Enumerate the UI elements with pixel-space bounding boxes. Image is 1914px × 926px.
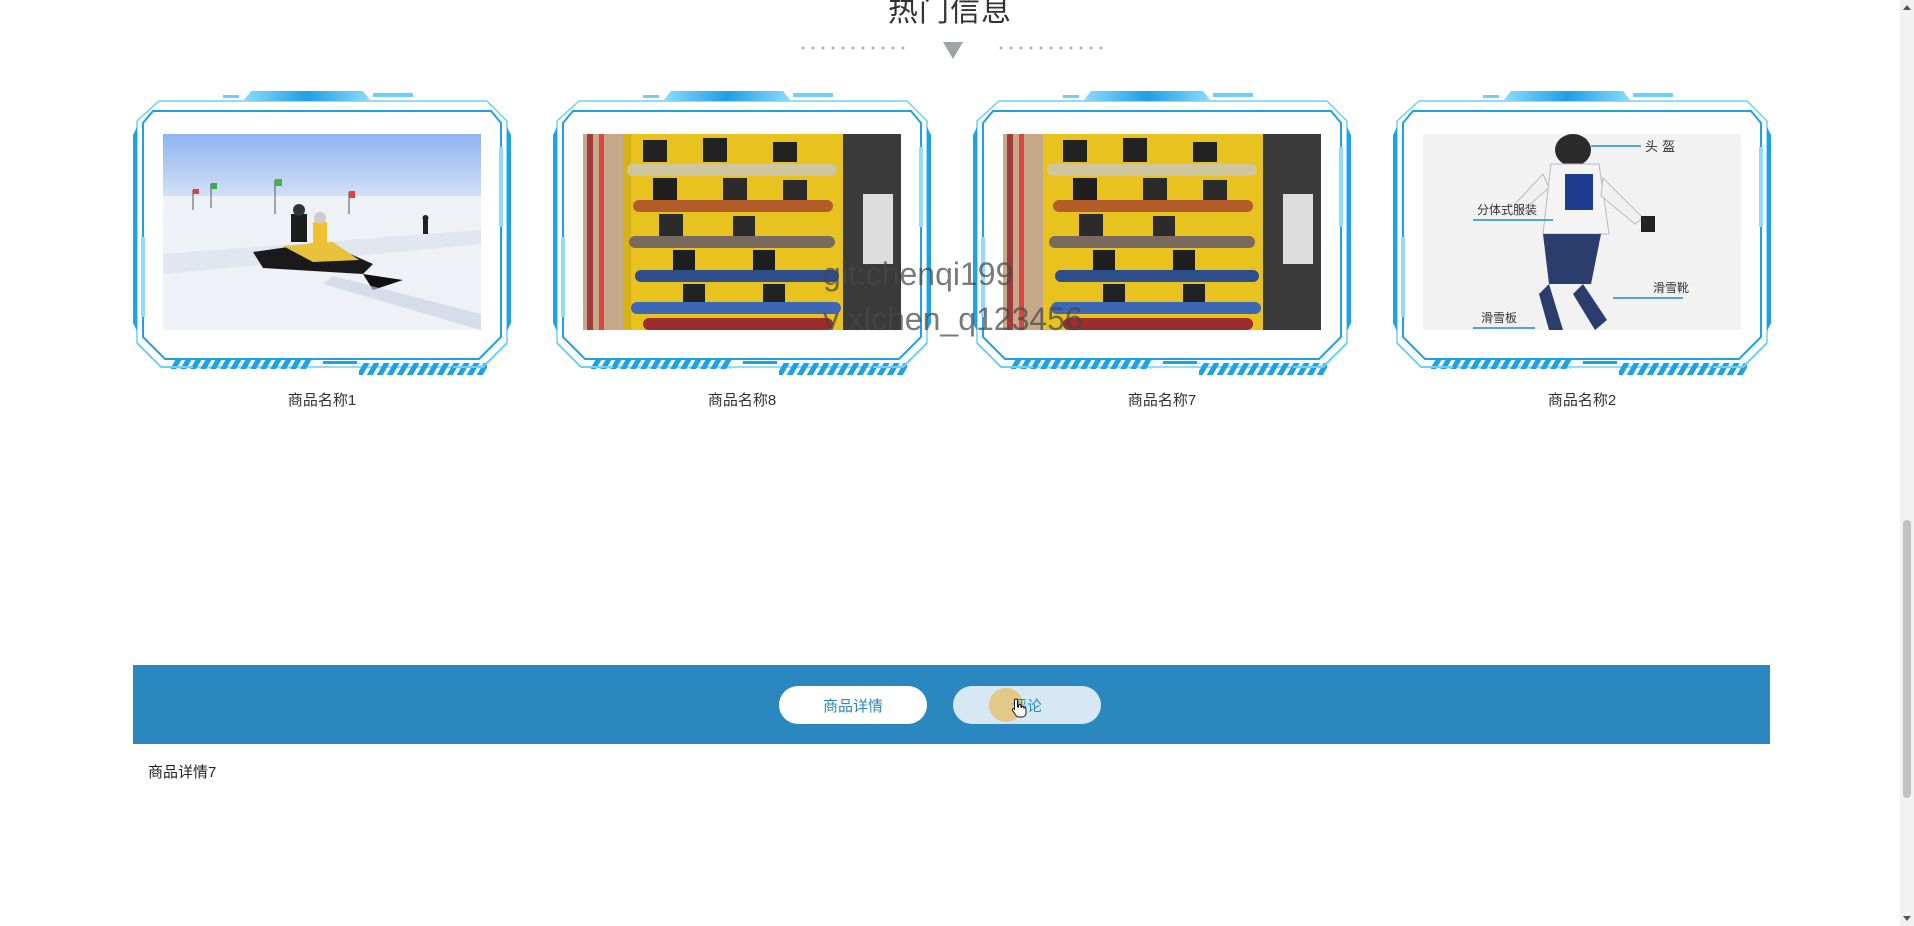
product-card-1[interactable]: 商品名称1 (133, 87, 511, 417)
scroll-up-arrow-icon[interactable] (1903, 5, 1911, 10)
product-name[interactable]: 商品名称1 (133, 389, 511, 410)
section-title: 热门信息 (888, 0, 1012, 28)
product-card-4[interactable]: 头 盔 分体式服装 滑雪靴 滑雪板 商品名称2 (1393, 87, 1771, 417)
product-name[interactable]: 商品名称2 (1393, 389, 1771, 410)
detail-tab-bar: 商品详情 评论 (133, 665, 1770, 744)
page-scrollbar[interactable] (1900, 0, 1914, 926)
diagram-label-helmet: 头 盔 (1645, 139, 1675, 155)
divider-dots-left (798, 46, 906, 50)
hot-products-grid: 商品名称1 商品名称8 商品名称7 头 盔 分体式服装 滑雪靴 滑雪板 商品名称… (133, 87, 1770, 417)
product-detail-content: 商品详情7 (148, 764, 217, 781)
scroll-down-arrow-icon[interactable] (1903, 916, 1911, 921)
diagram-label-boots: 滑雪靴 (1653, 281, 1689, 295)
product-image-snowmobile[interactable] (163, 134, 481, 330)
tab-comments[interactable]: 评论 (953, 686, 1101, 724)
product-name[interactable]: 商品名称7 (973, 389, 1351, 410)
diagram-label-board: 滑雪板 (1481, 311, 1517, 325)
tab-product-detail[interactable]: 商品详情 (779, 686, 927, 724)
product-card-2[interactable]: 商品名称8 (553, 87, 931, 417)
hand-cursor-icon (1011, 698, 1027, 718)
watermark-line-1: git:chenqi199 (823, 256, 1014, 292)
scrollbar-thumb[interactable] (1903, 520, 1911, 798)
divider-dots-right (996, 46, 1104, 50)
diagram-label-suit: 分体式服装 (1477, 203, 1537, 217)
product-name[interactable]: 商品名称8 (553, 389, 931, 410)
watermark-line-2: v xlchen_q123456 (823, 301, 1083, 337)
divider-arrow-icon (943, 42, 963, 59)
product-image-para-snowboarder[interactable]: 头 盔 分体式服装 滑雪靴 滑雪板 (1423, 134, 1741, 330)
product-card-3[interactable]: 商品名称7 (973, 87, 1351, 417)
